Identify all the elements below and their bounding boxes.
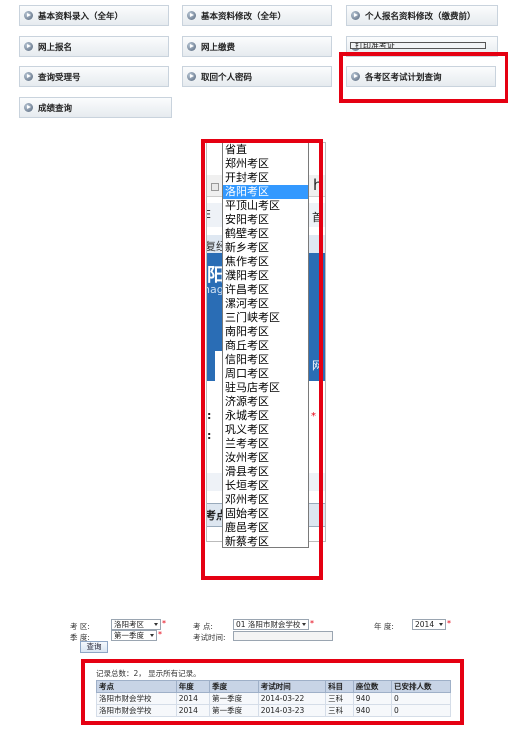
required-mark: * [158, 630, 162, 639]
kaodian-label: 考 点: [193, 622, 213, 631]
kaoqu-select[interactable]: 洛阳考区 [111, 619, 161, 630]
chevron-down-icon [150, 634, 154, 637]
required-mark: * [162, 619, 166, 628]
print-admission-label: 打印准考证 [350, 42, 486, 49]
menu-basic-info-entry[interactable]: 基本资料录入（全年） [19, 5, 169, 26]
chevron-down-icon [439, 623, 443, 626]
menu-basic-info-edit[interactable]: 基本资料修改（全年） [182, 5, 332, 26]
arrow-circle-icon [24, 103, 33, 112]
menu-personal-info-edit[interactable]: 个人报名资料修改（缴费前） [346, 5, 498, 26]
shijian-label: 考试时间: [193, 633, 226, 642]
kaodian-select[interactable]: 01 洛阳市财会学校 [233, 619, 309, 630]
required-mark: * [310, 619, 314, 628]
menu-online-payment[interactable]: 网上缴费 [182, 36, 332, 57]
arrow-circle-icon [187, 42, 196, 51]
arrow-circle-icon [187, 72, 196, 81]
jidu-select[interactable]: 第一季度 [111, 630, 157, 641]
chevron-down-icon [154, 623, 158, 626]
arrow-circle-icon [24, 42, 33, 51]
menu-retrieve-password[interactable]: 取回个人密码 [182, 66, 332, 87]
menu-score-query[interactable]: 成绩查询 [19, 97, 172, 118]
arrow-circle-icon [24, 72, 33, 81]
highlight-box-menu [339, 52, 508, 103]
exam-time-input[interactable] [233, 631, 333, 641]
required-mark: * [447, 619, 451, 628]
menu-online-registration[interactable]: 网上报名 [19, 36, 169, 57]
highlight-box-dropdown [201, 139, 323, 580]
arrow-circle-icon [187, 11, 196, 20]
query-button[interactable]: 查询 [80, 641, 108, 653]
arrow-circle-icon [351, 11, 360, 20]
menu-query-acceptance[interactable]: 查询受理号 [19, 66, 169, 87]
niandu-select[interactable]: 2014 [412, 619, 446, 630]
arrow-circle-icon [24, 11, 33, 20]
kaoqu-label: 考 区: [70, 622, 90, 631]
highlight-box-results [81, 659, 464, 725]
chevron-down-icon [302, 623, 306, 626]
niandu-label: 年 度: [374, 622, 394, 631]
